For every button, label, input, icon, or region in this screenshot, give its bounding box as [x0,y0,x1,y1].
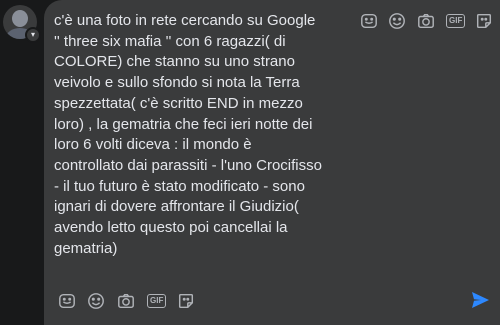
camera-icon[interactable] [116,291,136,311]
send-icon[interactable] [470,290,490,310]
gif-icon[interactable]: GIF [446,14,466,28]
emoji-icon[interactable] [86,291,106,311]
sticker-icon[interactable] [57,291,77,311]
sticker-alt-icon[interactable] [474,11,494,31]
avatar-head [12,10,28,27]
emoji-icon[interactable] [387,11,407,31]
chevron-down-icon[interactable]: ▾ [25,27,41,43]
gif-icon[interactable]: GIF [147,294,167,308]
camera-icon[interactable] [416,11,436,31]
sticker-alt-icon[interactable] [176,291,196,311]
message-input[interactable]: c'è una foto in rete cercando su Google … [54,11,354,259]
sticker-icon[interactable] [359,11,379,31]
